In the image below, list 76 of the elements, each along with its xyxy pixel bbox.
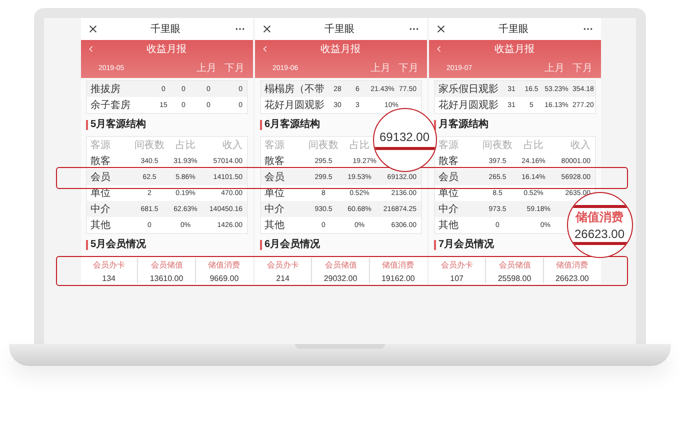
stat-label: 会员储值 [498, 260, 530, 270]
table-cell-text: 中介 [90, 202, 112, 216]
column-header: 收入 [570, 138, 590, 152]
back-icon[interactable] [262, 45, 266, 53]
stat-value: 29032.00 [324, 274, 358, 282]
next-month-link[interactable]: 下月 [572, 61, 592, 75]
table-cell-text: 会员 [438, 171, 460, 184]
next-month-link[interactable]: 下月 [398, 61, 418, 75]
column-header: 占比 [174, 138, 196, 152]
section-title: 6月客源结构 [260, 120, 320, 130]
section-title: 5月客源结构 [86, 120, 146, 130]
table-cell-text: 推拔房 [90, 82, 122, 96]
table-cell-text: 花好月圆观影 [438, 98, 500, 112]
stat-label: 会员办卡 [266, 260, 299, 270]
next-month-link[interactable]: 下月 [224, 61, 244, 75]
table-cell-text: 中介 [264, 202, 286, 216]
stat-label: 会员储值 [150, 260, 182, 270]
section-title: 5月会员情况 [86, 240, 146, 250]
table-cell-text: 家乐假日观影 [438, 82, 500, 96]
callout-label: 储值消费 [576, 209, 624, 226]
previous-month-link[interactable]: 上月 [196, 61, 216, 75]
report-title: 收益月报 [320, 42, 362, 56]
column-header: 客源 [438, 138, 460, 152]
column-header: 间夜数 [308, 138, 340, 152]
column-header: 客源 [264, 138, 286, 152]
stat-value: 19162.00 [381, 274, 415, 282]
stat-value: 25598.00 [498, 274, 532, 282]
table-cell-text: 会员 [90, 171, 112, 184]
stat-label: 储值消费 [382, 260, 414, 270]
stat-label: 会员储值 [324, 260, 356, 270]
column-header: 占比 [348, 138, 370, 152]
column-header: 占比 [522, 138, 544, 152]
table-cell-text: 散客 [90, 154, 112, 168]
previous-month-link[interactable]: 上月 [370, 61, 390, 75]
app-title: 千里眼 [498, 22, 528, 36]
stat-label: 会员办卡 [92, 260, 125, 270]
table-cell-text: 中介 [438, 202, 460, 216]
section-title: 7月会员情况 [434, 240, 494, 250]
callout-value: 69132.00 [379, 130, 430, 144]
table-cell-text: 其他 [264, 218, 286, 232]
back-icon[interactable] [88, 45, 92, 53]
table-cell-text: 散客 [438, 154, 460, 168]
table-cell-text: 花好月圆观影 [264, 98, 326, 112]
section-title: 6月会员情况 [260, 240, 320, 250]
report-title: 收益月报 [494, 42, 536, 56]
close-icon[interactable] [88, 25, 96, 33]
column-header: 客源 [90, 138, 112, 152]
stat-label: 储值消费 [556, 260, 588, 270]
more-icon[interactable] [582, 27, 592, 31]
more-icon[interactable] [234, 27, 244, 31]
table-cell-text: 散客 [264, 154, 286, 168]
table-cell-text: 其他 [90, 218, 112, 232]
table-cell-text: 榻榻房（不带 [264, 82, 326, 96]
stat-value: 26623.00 [555, 274, 589, 282]
stat-label: 会员办卡 [440, 260, 473, 270]
stat-value: 13610.00 [150, 274, 184, 282]
table-cell-text: 会员 [264, 171, 286, 184]
previous-month-link[interactable]: 上月 [544, 61, 564, 75]
app-title: 千里眼 [150, 22, 180, 36]
stat-value: 134 [102, 274, 116, 282]
stat-value: 214 [276, 274, 290, 282]
more-icon[interactable] [408, 27, 418, 31]
table-cell-text: 其他 [438, 218, 460, 232]
column-header: 间夜数 [482, 138, 514, 152]
callout-value: 26623.00 [574, 227, 625, 241]
close-icon[interactable] [436, 25, 444, 33]
table-cell-text: 余子套房 [90, 98, 132, 112]
report-title: 收益月报 [146, 42, 188, 56]
close-icon[interactable] [262, 25, 270, 33]
back-icon[interactable] [436, 45, 440, 53]
stat-label: 储值消费 [208, 260, 240, 270]
column-header: 收入 [222, 138, 242, 152]
stat-value: 107 [450, 274, 464, 282]
stat-value: 9669.00 [210, 274, 239, 282]
column-header: 间夜数 [134, 138, 166, 152]
app-title: 千里眼 [324, 22, 354, 36]
